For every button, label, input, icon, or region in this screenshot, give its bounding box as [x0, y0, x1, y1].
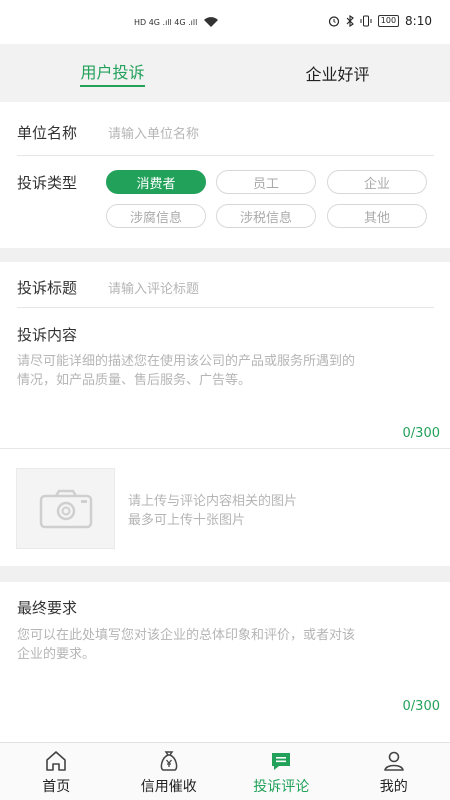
type-chip-employee[interactable]: 员工: [216, 170, 316, 194]
content-char-counter: 0/300: [402, 426, 440, 441]
upload-image-button[interactable]: [16, 468, 115, 549]
home-icon: [46, 751, 67, 771]
nav-home[interactable]: 首页: [0, 743, 113, 800]
bluetooth-icon: [346, 15, 354, 27]
divider: [17, 307, 434, 308]
complaint-title-input[interactable]: 请输入评论标题: [108, 278, 199, 297]
upload-tip-line2: 最多可上传十张图片: [128, 513, 246, 528]
divider: [0, 448, 450, 449]
type-chip-company[interactable]: 企业: [327, 170, 427, 194]
signal-text: HD 4G .ıll 4G .ıll: [134, 17, 198, 27]
section-gap: [0, 248, 450, 262]
type-chip-consumer[interactable]: 消费者: [106, 170, 206, 194]
final-placeholder-line2: 企业的要求。: [17, 647, 96, 662]
complaint-content-label: 投诉内容: [17, 326, 78, 344]
clock: 8:10: [405, 14, 432, 28]
tab-company-praise-label: 企业好评: [305, 65, 370, 84]
complaint-title-label: 投诉标题: [17, 279, 78, 297]
status-right: 100 8:10: [328, 14, 432, 28]
nav-credit-collection[interactable]: 信用催收: [113, 743, 226, 800]
divider: [17, 155, 434, 156]
content-placeholder-line2: 情况，如产品质量、售后服务、广告等。: [17, 373, 252, 388]
type-chip-tax[interactable]: 涉税信息: [216, 204, 316, 228]
wifi-icon: [204, 17, 219, 27]
company-type-section: 单位名称 请输入单位名称 投诉类型 消费者 员工 企业 涉腐信息 涉税信息 其他: [0, 110, 450, 248]
content-placeholder-line1: 请尽可能详细的描述您在使用该公司的产品或服务所遇到的: [17, 354, 356, 369]
complaint-type-label: 投诉类型: [17, 174, 78, 192]
section-gap: [0, 566, 450, 582]
nav-home-label: 首页: [42, 779, 71, 795]
nav-complaint-comment-label: 投诉评论: [253, 779, 310, 795]
image-upload-section: 请上传与评论内容相关的图片 最多可上传十张图片: [0, 450, 450, 566]
complaint-content-textarea[interactable]: 请尽可能详细的描述您在使用该公司的产品或服务所遇到的 情况，如产品质量、售后服务…: [17, 352, 437, 390]
alarm-icon: [328, 16, 339, 27]
final-request-textarea[interactable]: 您可以在此处填写您对该企业的总体印象和评价，或者对该 企业的要求。: [17, 626, 437, 664]
final-request-label: 最终要求: [17, 599, 78, 617]
final-char-counter: 0/300: [402, 699, 440, 714]
signal-indicators: HD 4G .ıll 4G .ıll: [134, 16, 219, 28]
nav-mine-label: 我的: [379, 779, 408, 795]
person-icon: [383, 751, 404, 771]
company-name-input[interactable]: 请输入单位名称: [108, 123, 199, 142]
comment-icon: [272, 753, 291, 770]
type-chip-corruption[interactable]: 涉腐信息: [106, 204, 206, 228]
battery-level: 100: [377, 15, 400, 27]
money-bag-icon: [160, 751, 178, 771]
type-chip-other[interactable]: 其他: [327, 204, 427, 228]
nav-mine[interactable]: 我的: [338, 743, 450, 800]
camera-icon: [39, 489, 92, 528]
final-request-section: 最终要求 您可以在此处填写您对该企业的总体印象和评价，或者对该 企业的要求。 0…: [0, 582, 450, 736]
nav-complaint-comment[interactable]: 投诉评论: [225, 743, 338, 800]
tab-user-complaint[interactable]: 用户投诉: [0, 44, 225, 102]
tab-company-praise[interactable]: 企业好评: [225, 44, 450, 102]
bottom-nav: 首页 信用催收 投诉评论 我的: [0, 742, 450, 800]
complaint-content-section: 投诉标题 请输入评论标题 投诉内容 请尽可能详细的描述您在使用该公司的产品或服务…: [0, 262, 450, 448]
tab-user-complaint-label: 用户投诉: [80, 59, 145, 87]
nav-credit-collection-label: 信用催收: [140, 779, 197, 795]
upload-tip-line1: 请上传与评论内容相关的图片: [128, 494, 298, 509]
vibrate-icon: [360, 15, 372, 27]
final-placeholder-line1: 您可以在此处填写您对该企业的总体印象和评价，或者对该: [17, 628, 356, 643]
company-name-label: 单位名称: [17, 124, 78, 142]
status-bar: HD 4G .ıll 4G .ıll 100 8:10: [0, 0, 450, 44]
tab-bar: 用户投诉 企业好评: [0, 44, 450, 102]
